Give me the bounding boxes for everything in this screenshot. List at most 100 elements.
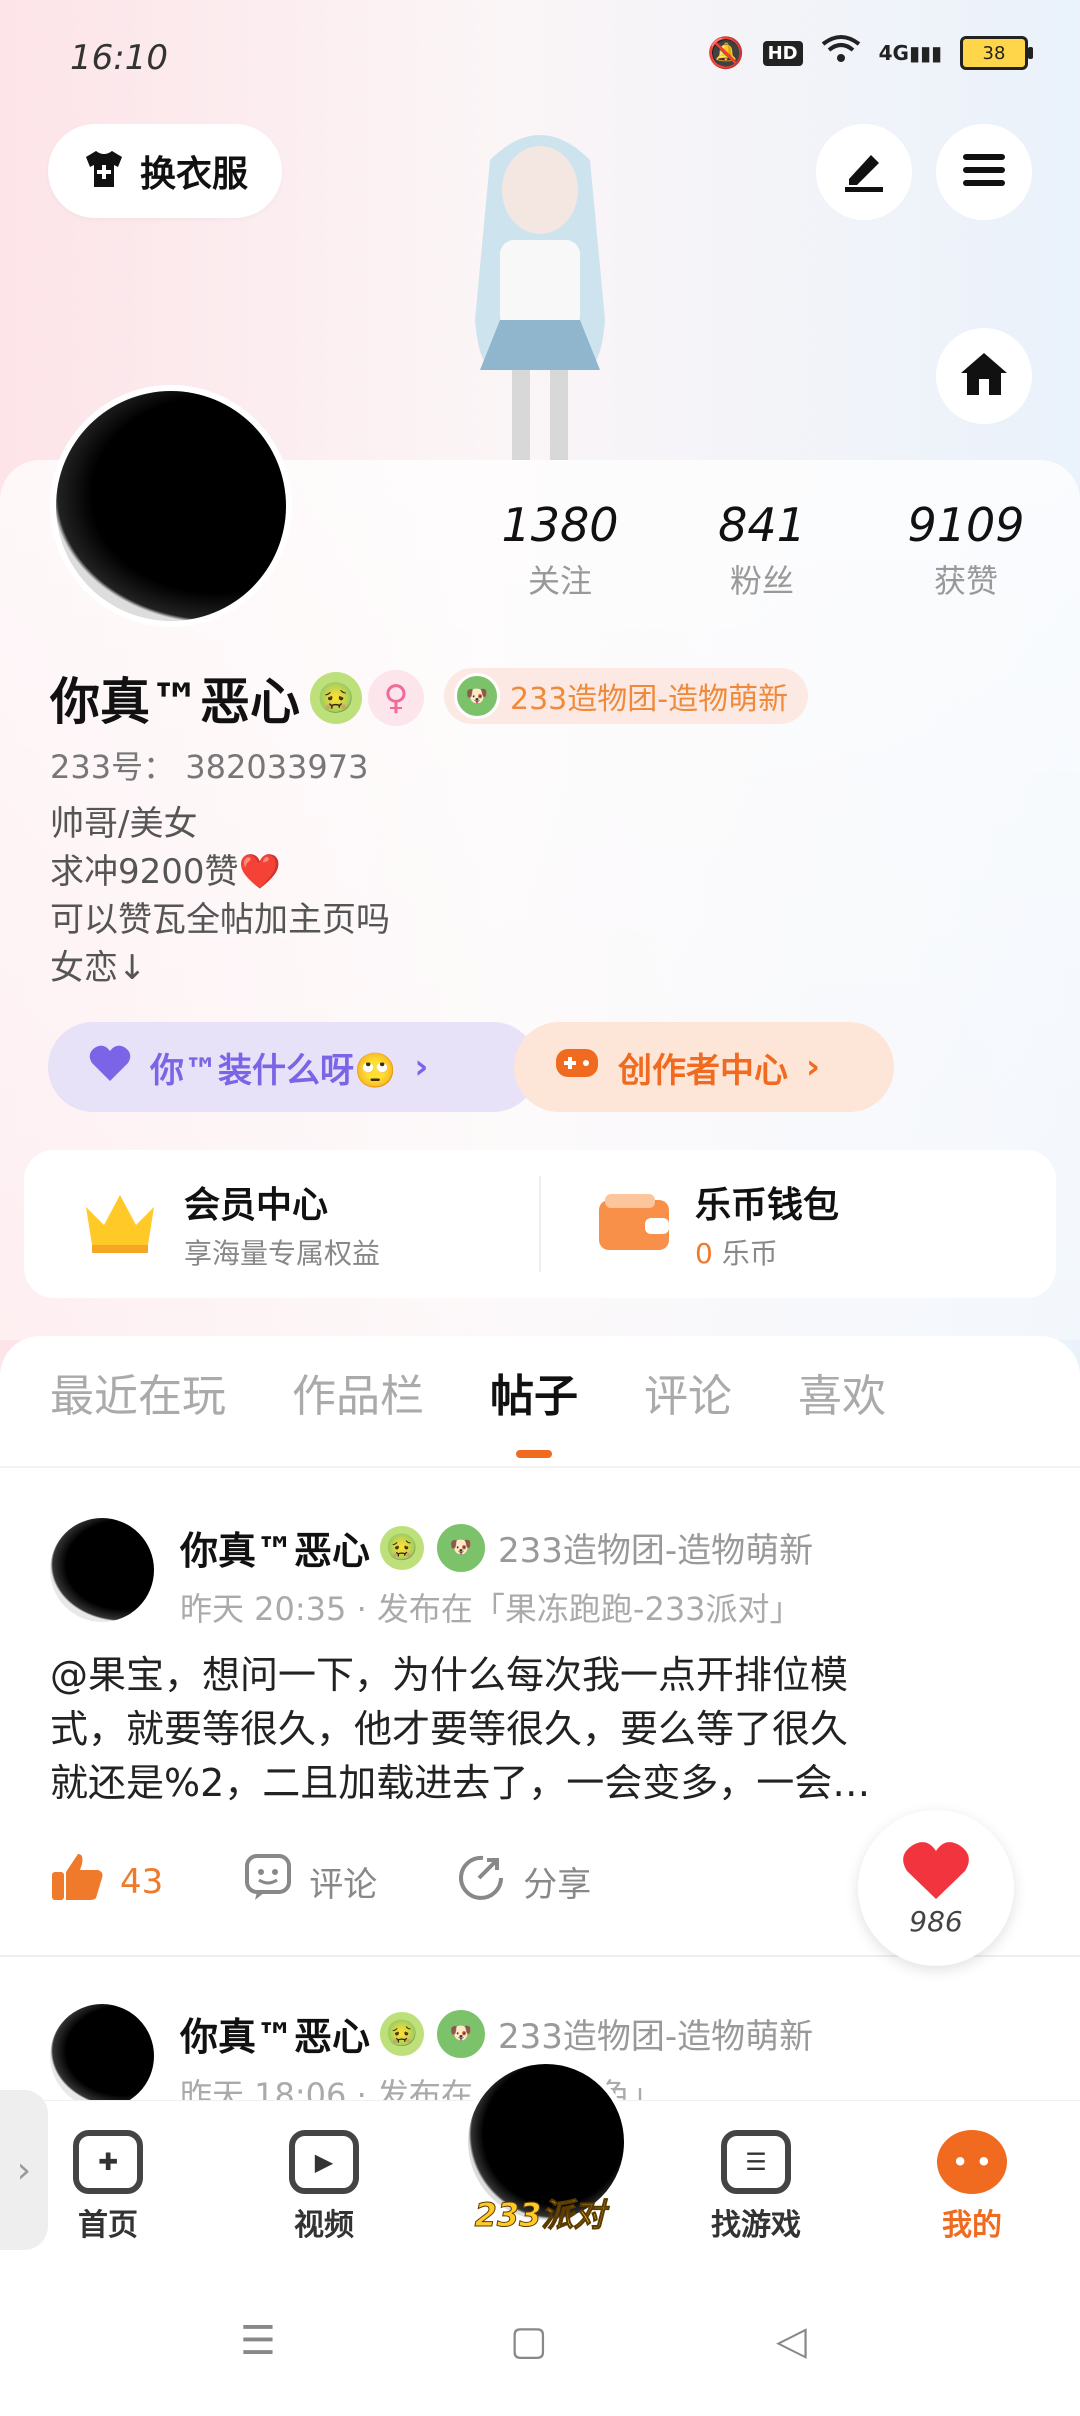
recents-icon[interactable]: ☰ [240,2318,276,2364]
change-outfit-label: 换衣服 [140,154,249,195]
wallet-title: 乐币钱包 [695,1185,840,1226]
wallet-entry[interactable]: 乐币钱包 0 乐币 [541,1150,1056,1298]
stat-likes-number: 9109 [907,498,1025,552]
nickname-text: 你真™恶心 [50,673,300,731]
like-button[interactable]: 43 [50,1852,163,1911]
wifi-icon [821,34,861,72]
chevron-right-icon: › [414,1047,429,1087]
hd-icon: HD [762,40,803,66]
user-id: 233号： 382033973 [50,748,369,786]
comment-button[interactable]: 评论 [243,1852,377,1911]
post-body[interactable]: @果宝，想问一下，为什么每次我一点开排位模 式，就要等很久，他才要等很久，要么等… [50,1648,1030,1810]
house-icon [959,351,1009,401]
profile-tabs: 最近在玩 作品栏 帖子 评论 喜欢 [50,1360,886,1424]
vip-title: 会员中心 [184,1185,329,1226]
nav-video-label: 视频 [294,2208,354,2243]
share-button[interactable]: 分享 [457,1852,591,1911]
back-triangle-icon[interactable]: ◁ [776,2318,807,2364]
play-icon: ▶ [289,2130,359,2194]
nav-find-games[interactable]: ☰ 找游戏 [696,2130,816,2244]
nauseated-emoji-icon: 🤢 [310,672,362,724]
nav-home[interactable]: ✚ 首页 [48,2130,168,2244]
group-badge-icon: 🐶 [454,673,500,719]
crown-icon [80,1187,160,1261]
wallet-icon [597,1190,671,1258]
stat-following-number: 1380 [501,498,619,552]
tab-works[interactable]: 作品栏 [292,1360,424,1424]
pencil-icon [841,147,887,197]
stat-following[interactable]: 1380 关注 [480,498,640,602]
stat-likes[interactable]: 9109 获赞 [886,498,1046,602]
post-meta: 昨天 20:35 · 发布在「果冻跑跑-233派对」 [180,1590,802,1628]
mute-icon: 🔕 [707,35,745,71]
tab-posts[interactable]: 帖子 [490,1360,578,1424]
cell-signal-icon: 4G▮▮▮ [878,41,942,65]
stat-followers-label: 粉丝 [729,562,794,600]
nauseated-emoji-icon: 🤢 [380,1525,425,1570]
nav-party-label[interactable]: 233派对 [440,2190,640,2236]
gamepad-icon: ✚ [73,2130,143,2194]
floating-like-count: 986 [909,1904,963,1938]
profile-bio: 帅哥/美女 求冲9200赞❤️ 可以赞瓦全帖加主页吗 女恋↓ [50,804,390,988]
nav-mine[interactable]: • • 我的 [912,2130,1032,2244]
list-icon: ☰ [721,2130,791,2194]
stat-likes-label: 获赞 [933,562,998,600]
tab-recently-played[interactable]: 最近在玩 [50,1360,226,1424]
hamburger-icon [961,150,1007,194]
side-drawer-handle[interactable]: › [0,2090,48,2250]
stat-following-label: 关注 [527,562,592,600]
status-time: 16:10 [70,38,168,78]
tab-likes[interactable]: 喜欢 [798,1360,886,1424]
status-chip-label: 你™装什么呀🙄 [150,1050,397,1091]
chevron-right-icon: › [806,1047,821,1087]
profile-avatar[interactable] [50,385,292,627]
post-author[interactable]: 你真™恶心 🤢 🐶 233造物团-造物萌新 [180,1520,813,1575]
post-actions: 43 评论 分享 [50,1852,591,1911]
status-chip[interactable]: 你™装什么呀🙄 › [48,1022,538,1112]
group-badge-icon: 🐶 [434,2006,489,2061]
network-type: 4G [878,41,909,65]
home-button[interactable] [936,328,1032,424]
nauseated-emoji-icon: 🤢 [380,2011,425,2056]
home-square-icon[interactable]: ▢ [510,2318,548,2364]
wallet-amount: 0 [695,1237,713,1270]
group-badge[interactable]: 🐶 233造物团-造物萌新 [444,668,809,724]
post-author[interactable]: 你真™恶心 🤢 🐶 233造物团-造物萌新 [180,2006,813,2061]
post-author-name: 你真™恶心 [180,1529,371,1573]
edit-profile-button[interactable] [816,124,912,220]
vip-subtitle: 享海量专属权益 [184,1237,381,1270]
wallet-unit: 乐币 [721,1237,778,1270]
avatar-3d-character[interactable] [430,120,650,460]
post-author-avatar[interactable] [50,2004,154,2108]
post-author-name: 你真™恶心 [180,2015,371,2059]
tab-comments[interactable]: 评论 [644,1360,732,1424]
creator-center-label: 创作者中心 [618,1050,788,1091]
face-icon: • • [937,2130,1007,2194]
battery-icon: 38 [960,36,1033,70]
menu-button[interactable] [936,124,1032,220]
membership-card: 会员中心 享海量专属权益 乐币钱包 0 乐币 [24,1150,1056,1298]
stat-followers-number: 841 [718,498,806,552]
nav-video[interactable]: ▶ 视频 [264,2130,384,2244]
like-count: 43 [120,1861,164,1902]
comment-label: 评论 [309,1865,378,1905]
share-icon [457,1852,507,1911]
profile-nickname: 你真™恶心 🤢 [50,662,362,734]
post-author-group: 233造物团-造物萌新 [498,1531,814,1571]
floating-like-widget[interactable]: 986 [858,1810,1014,1966]
post-author-avatar[interactable] [50,1518,154,1622]
stat-followers[interactable]: 841 粉丝 [682,498,842,602]
nav-find-games-label: 找游戏 [711,2208,801,2243]
share-label: 分享 [523,1865,592,1905]
creator-center-chip[interactable]: 创作者中心 › [514,1022,894,1112]
divider [0,1466,1080,1468]
wallet-balance: 0 乐币 [695,1232,839,1272]
heart-icon [901,1839,971,1905]
change-outfit-button[interactable]: 换衣服 [48,124,283,218]
battery-level: 38 [982,42,1006,64]
shirt-icon [82,149,126,193]
vip-center-entry[interactable]: 会员中心 享海量专属权益 [24,1150,539,1298]
status-icons: 🔕 HD 4G▮▮▮ 38 [707,34,1033,72]
group-badge-icon: 🐶 [434,1520,489,1575]
comment-icon [243,1852,293,1911]
